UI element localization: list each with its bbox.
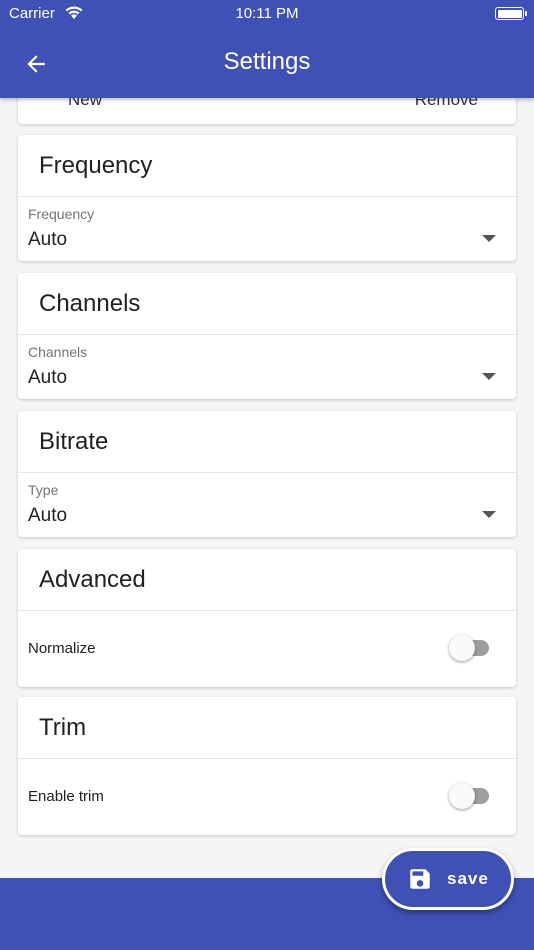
card-title: Frequency xyxy=(18,135,516,197)
field-label: Type xyxy=(28,482,59,498)
dropdown-arrow-icon xyxy=(482,235,496,242)
page-title: Settings xyxy=(223,48,311,75)
remove-button[interactable]: Remove xyxy=(415,98,478,110)
enable-trim-toggle[interactable] xyxy=(449,783,489,809)
frequency-select[interactable]: Frequency Auto xyxy=(18,197,516,261)
normalize-row: Normalize xyxy=(18,611,516,687)
bitrate-card: Bitrate Type Auto xyxy=(18,411,516,537)
card-title: Trim xyxy=(18,697,516,759)
field-value: Auto xyxy=(28,367,68,388)
field-label: Channels xyxy=(28,344,88,360)
status-bar: Carrier 10:11 PM xyxy=(0,0,534,30)
trim-card: Trim Enable trim xyxy=(18,697,516,835)
save-button[interactable]: save xyxy=(382,848,514,910)
frequency-card: Frequency Frequency Auto xyxy=(18,135,516,261)
toggle-label: Enable trim xyxy=(28,788,104,805)
battery-icon xyxy=(495,7,527,20)
previous-card-partial: New Remove xyxy=(18,98,516,124)
bitrate-type-select[interactable]: Type Auto xyxy=(18,473,516,537)
channels-card: Channels Channels Auto xyxy=(18,273,516,399)
new-button[interactable]: New xyxy=(68,98,102,110)
normalize-toggle[interactable] xyxy=(449,635,489,661)
toggle-knob xyxy=(449,783,475,809)
enable-trim-row: Enable trim xyxy=(18,759,516,835)
channels-select[interactable]: Channels Auto xyxy=(18,335,516,399)
card-title: Channels xyxy=(18,273,516,335)
card-title: Advanced xyxy=(18,549,516,611)
field-value: Auto xyxy=(28,505,68,526)
field-label: Frequency xyxy=(28,206,95,222)
app-bar: Settings xyxy=(0,30,534,98)
card-title: Bitrate xyxy=(18,411,516,473)
dropdown-arrow-icon xyxy=(482,373,496,380)
field-value: Auto xyxy=(28,229,68,250)
save-label: save xyxy=(447,869,489,888)
dropdown-arrow-icon xyxy=(482,511,496,518)
floppy-disk-icon xyxy=(410,869,430,889)
toggle-knob xyxy=(449,635,475,661)
advanced-card: Advanced Normalize xyxy=(18,549,516,687)
clock: 10:11 PM xyxy=(235,5,299,22)
toggle-label: Normalize xyxy=(28,640,96,657)
settings-list[interactable]: New Remove Frequency Frequency Auto Chan… xyxy=(0,98,534,878)
